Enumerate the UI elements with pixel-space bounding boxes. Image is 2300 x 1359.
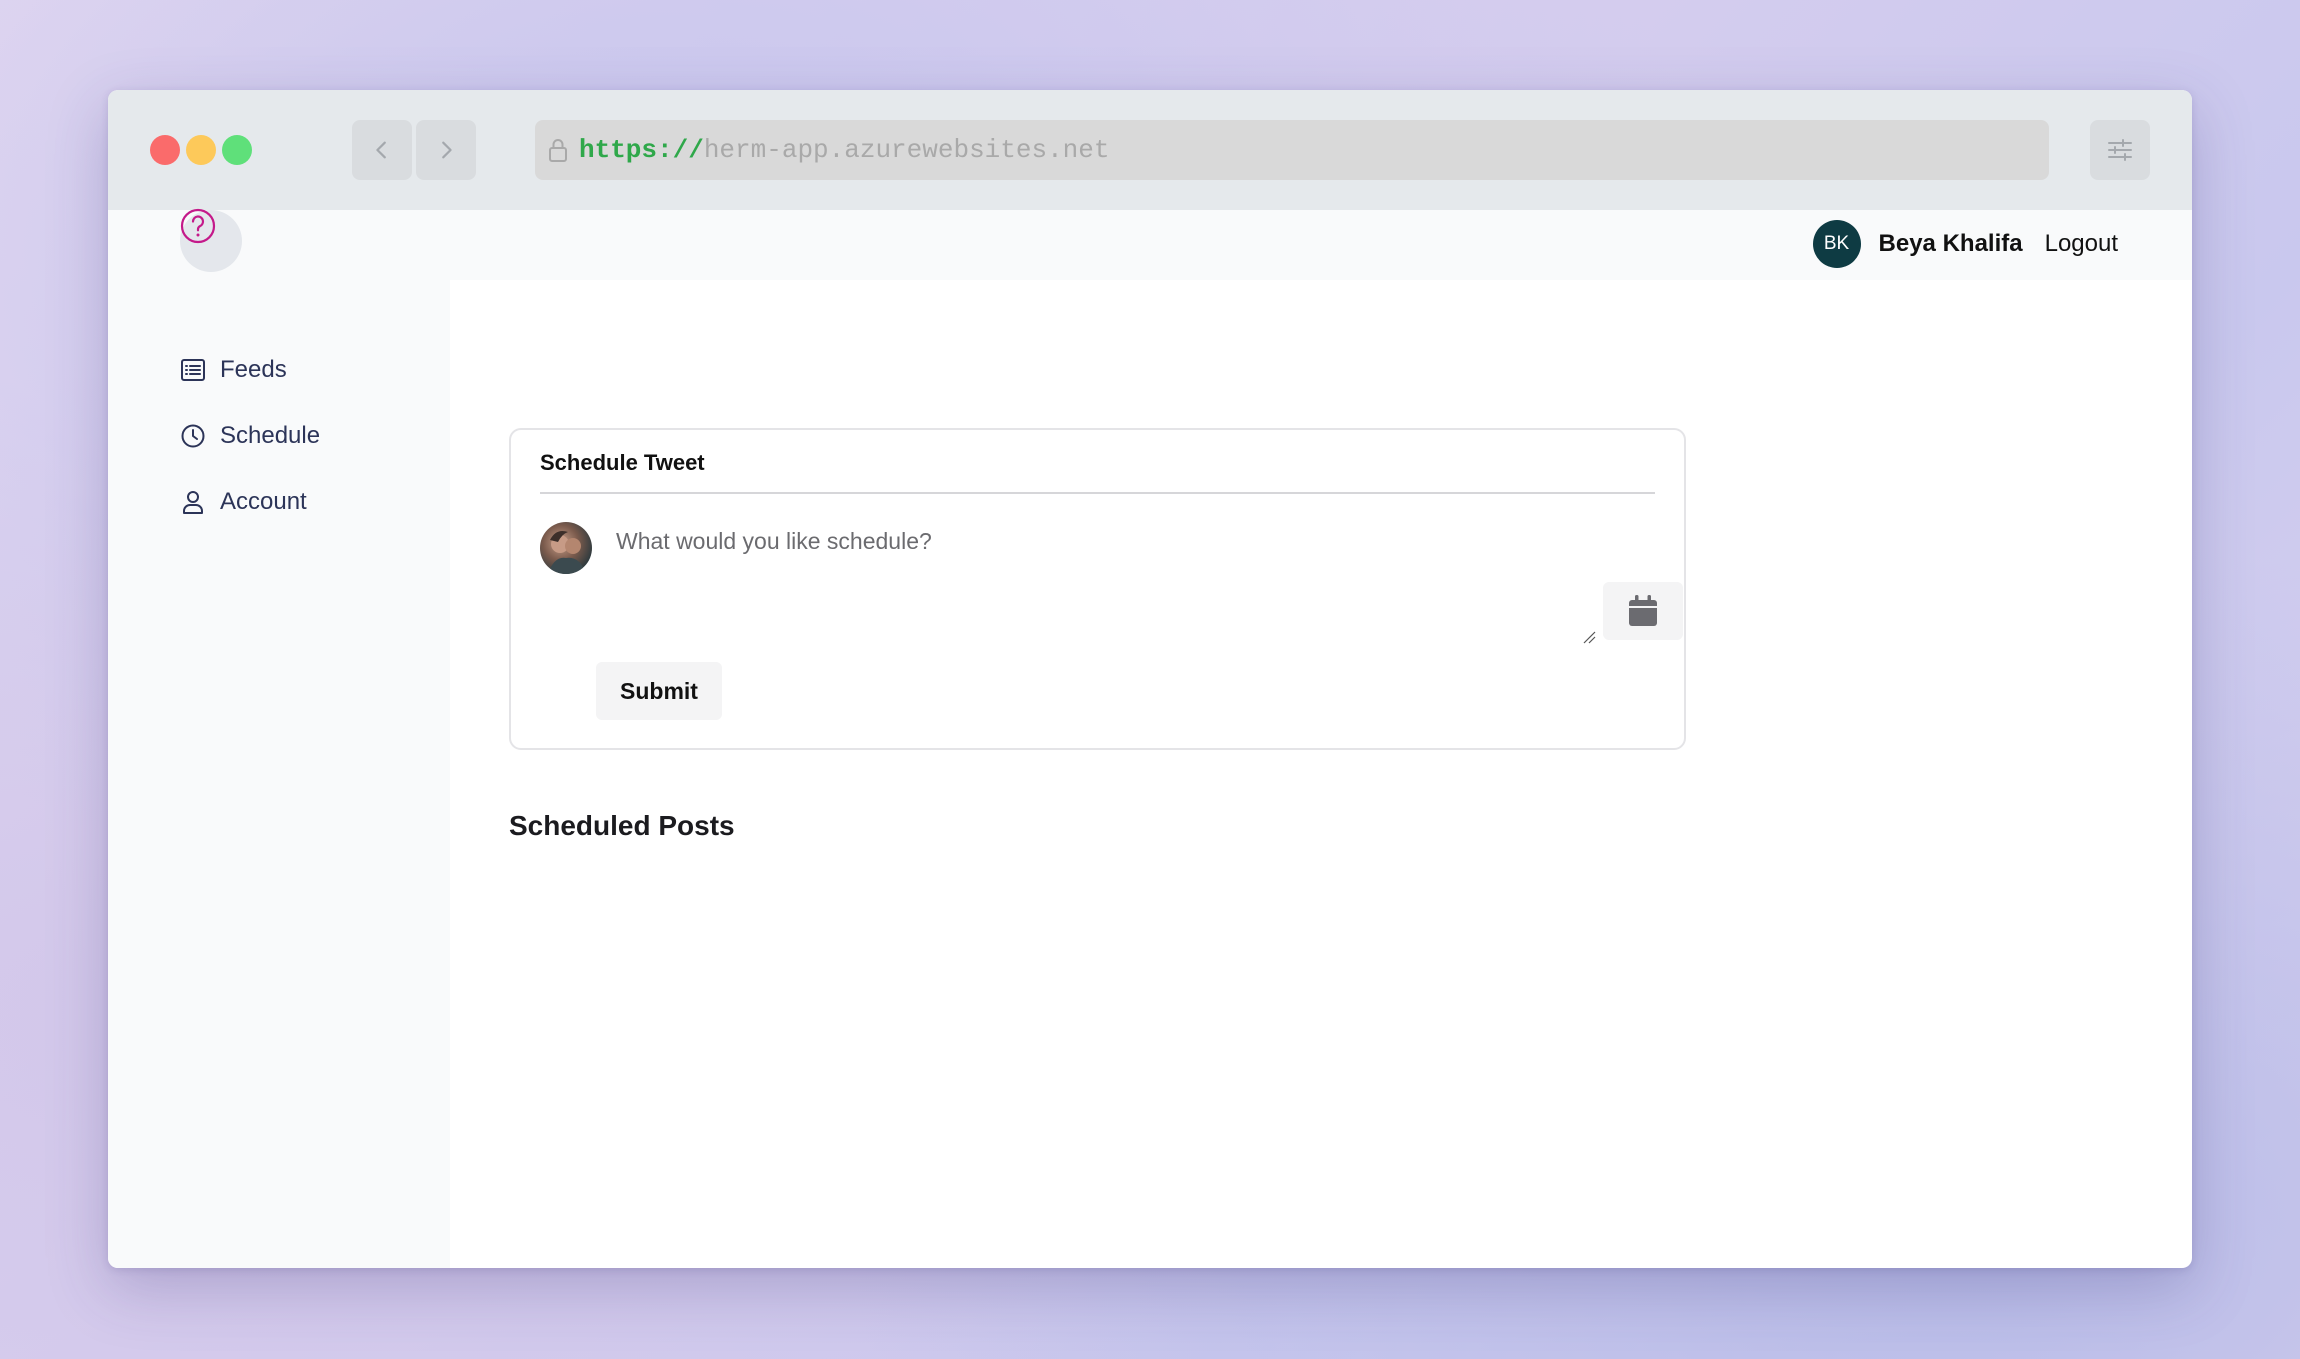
- app-logo[interactable]: [180, 208, 242, 272]
- divider: [540, 492, 1655, 494]
- sidebar-item-label: Account: [220, 488, 307, 515]
- user-avatar-photo: [540, 522, 592, 574]
- close-window-button[interactable]: [150, 135, 180, 165]
- maximize-window-button[interactable]: [222, 135, 252, 165]
- sliders-icon: [2108, 139, 2132, 161]
- list-icon: [181, 359, 205, 381]
- submit-button[interactable]: Submit: [596, 662, 722, 720]
- clock-icon: [181, 424, 205, 448]
- avatar[interactable]: BK: [1812, 220, 1861, 268]
- question-circle-icon: [180, 208, 216, 244]
- user-icon: [183, 491, 203, 514]
- calendar-icon: [1629, 595, 1657, 626]
- chevron-left-icon: [376, 141, 386, 159]
- resize-grip-icon[interactable]: [1582, 630, 1596, 644]
- sidebar-item-feeds[interactable]: Feeds: [180, 350, 320, 390]
- browser-titlebar: https://herm-app.azurewebsites.net: [108, 90, 2192, 210]
- sidebar-item-label: Feeds: [220, 356, 287, 383]
- avatar-photo-icon: [548, 531, 586, 574]
- address-bar[interactable]: https://herm-app.azurewebsites.net: [535, 120, 2049, 180]
- user-menu: BK Beya Khalifa Logout: [1812, 220, 2118, 268]
- scheduled-posts-heading: Scheduled Posts: [509, 810, 735, 841]
- app: Feeds Schedule Account BK Beya Khalifa L…: [108, 208, 2192, 1268]
- minimize-window-button[interactable]: [186, 135, 216, 165]
- user-name: Beya Khalifa: [1878, 230, 2023, 257]
- lock-icon: [549, 139, 567, 162]
- sidebar-item-label: Schedule: [220, 422, 321, 449]
- logout-link[interactable]: Logout: [2045, 230, 2118, 258]
- top-bar: BK Beya Khalifa Logout: [450, 210, 2192, 280]
- sidebar: Feeds Schedule Account: [108, 208, 450, 1268]
- tweet-input[interactable]: [616, 518, 1608, 656]
- chevron-right-icon: [442, 141, 452, 159]
- url-scheme: https://: [579, 135, 704, 165]
- url-host: herm-app.azurewebsites.net: [703, 135, 1110, 165]
- browser-window: https://herm-app.azurewebsites.net Feeds…: [108, 90, 2192, 1268]
- browser-settings-button[interactable]: [2090, 120, 2150, 180]
- forward-button[interactable]: [416, 120, 476, 180]
- back-button[interactable]: [352, 120, 412, 180]
- sidebar-item-schedule[interactable]: Schedule: [180, 416, 320, 456]
- sidebar-nav: Feeds Schedule Account: [180, 350, 320, 548]
- sidebar-item-account[interactable]: Account: [180, 482, 320, 522]
- pick-date-button[interactable]: [1603, 582, 1683, 640]
- card-title: Schedule Tweet: [540, 450, 705, 475]
- schedule-tweet-card: Schedule Tweet What would you like sched…: [509, 428, 1686, 750]
